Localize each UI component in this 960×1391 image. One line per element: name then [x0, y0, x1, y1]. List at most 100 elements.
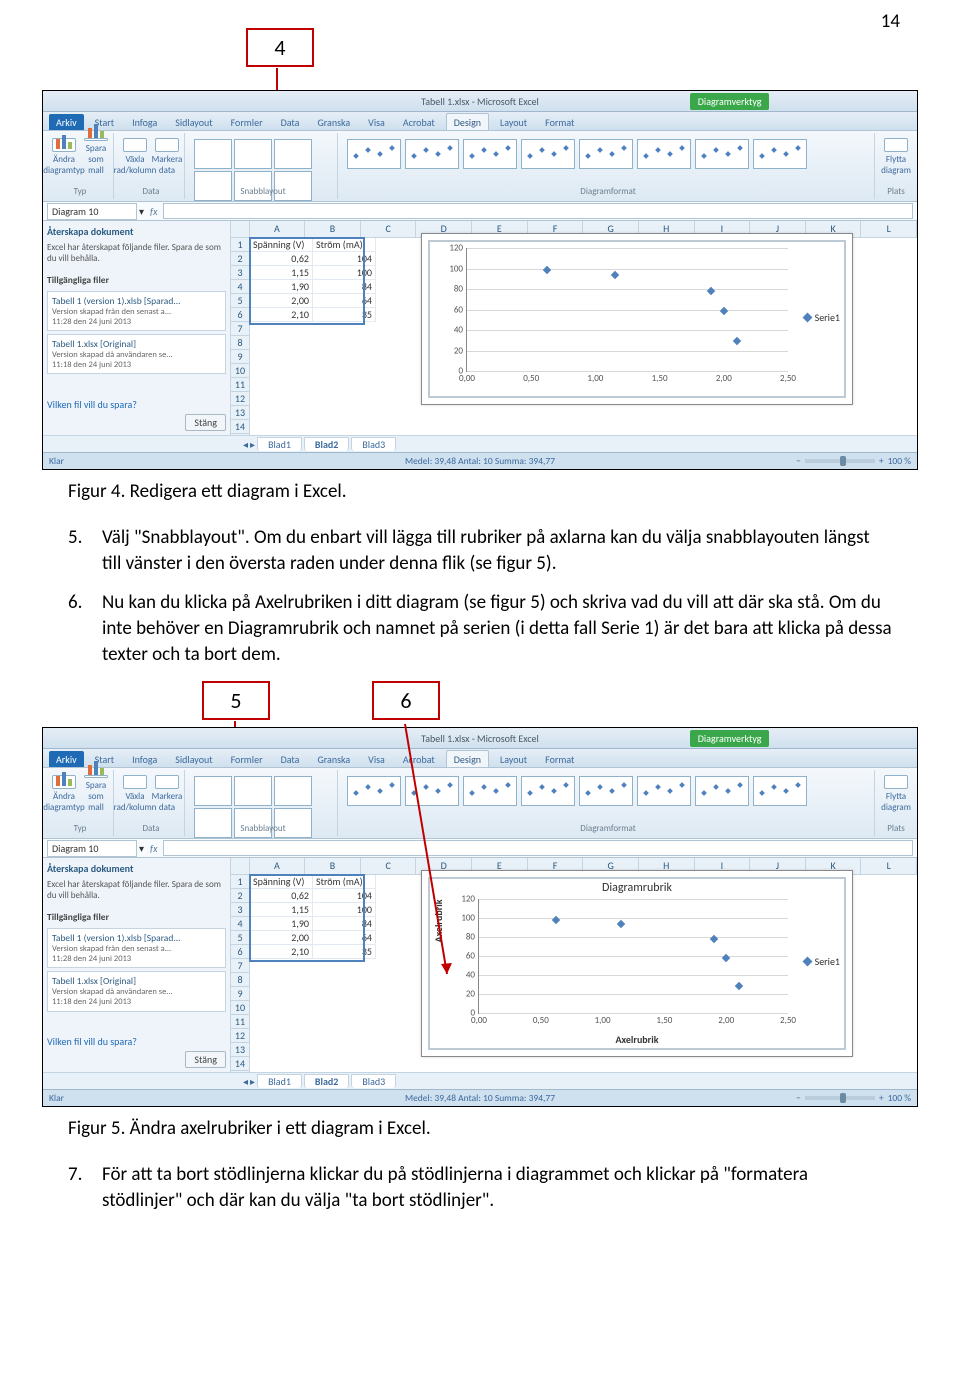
tab-arkiv[interactable]: Arkiv — [49, 751, 84, 767]
recovered-file-item[interactable]: Tabell 1.xlsx [Original] Version skapad … — [47, 334, 226, 374]
worksheet-grid[interactable]: A B C D E F G H I J K L 1Spänning (V)Str… — [231, 858, 917, 1072]
tab-data[interactable]: Data — [274, 751, 307, 767]
sheet-tab[interactable]: Blad3 — [351, 437, 396, 451]
cell[interactable]: 2,00 — [250, 294, 313, 308]
chart-style-thumb[interactable] — [405, 139, 459, 169]
chart-plot-area[interactable]: 0204060801001200,000,501,001,502,002,50 — [466, 248, 788, 372]
cell[interactable]: Spänning (V) — [250, 238, 313, 252]
recovered-file-item[interactable]: Tabell 1.xlsx [Original] Version skapad … — [47, 971, 226, 1011]
chart-style-thumb[interactable] — [579, 139, 633, 169]
chart-style-thumb[interactable] — [521, 776, 575, 806]
chart-title[interactable]: Diagramrubrik — [430, 881, 844, 895]
tab-acrobat[interactable]: Acrobat — [396, 114, 442, 130]
recovered-file-item[interactable]: Tabell 1 (version 1).xlsb [Sparad... Ver… — [47, 928, 226, 968]
switch-row-col-button[interactable]: Växla rad/kolumn — [122, 138, 148, 176]
chart-style-thumb[interactable] — [347, 139, 401, 169]
tab-start[interactable]: Start — [88, 114, 121, 130]
move-chart-button[interactable]: Flytta diagram — [883, 775, 909, 813]
change-chart-type-button[interactable]: Ändra diagramtyp — [51, 138, 77, 176]
col-header[interactable]: C — [361, 221, 417, 237]
tab-formler[interactable]: Formler — [224, 114, 270, 130]
tab-format[interactable]: Format — [538, 751, 581, 767]
tab-sidlayout[interactable]: Sidlayout — [168, 114, 219, 130]
tab-sidlayout[interactable]: Sidlayout — [168, 751, 219, 767]
close-pane-button[interactable]: Stäng — [185, 414, 226, 431]
name-box[interactable]: Diagram 10 — [47, 203, 137, 220]
formula-input[interactable] — [163, 840, 913, 856]
chart-legend[interactable]: Serie1 — [804, 311, 840, 324]
quick-layout-thumb[interactable] — [194, 139, 232, 169]
tab-data[interactable]: Data — [274, 114, 307, 130]
zoom-control[interactable]: −+100 % — [796, 455, 911, 467]
tab-acrobat[interactable]: Acrobat — [396, 751, 442, 767]
tab-visa[interactable]: Visa — [361, 751, 392, 767]
tab-layout[interactable]: Layout — [493, 751, 534, 767]
close-pane-button[interactable]: Stäng — [185, 1051, 226, 1068]
cell[interactable]: 2,10 — [250, 308, 313, 322]
chart-style-thumb[interactable] — [463, 776, 517, 806]
x-axis-title[interactable]: Axelrubrik — [430, 1033, 844, 1046]
tab-infoga[interactable]: Infoga — [125, 114, 164, 130]
chart-style-thumb[interactable] — [579, 776, 633, 806]
cell[interactable]: 1,90 — [250, 280, 313, 294]
tab-granska[interactable]: Granska — [310, 751, 357, 767]
tab-formler[interactable]: Formler — [224, 751, 270, 767]
chart-style-thumb[interactable] — [463, 139, 517, 169]
tab-visa[interactable]: Visa — [361, 114, 392, 130]
change-chart-type-button[interactable]: Ändra diagramtyp — [51, 775, 77, 813]
quick-layout-thumb[interactable] — [274, 139, 312, 169]
chart-style-thumb[interactable] — [347, 776, 401, 806]
cell[interactable]: 35 — [313, 308, 376, 322]
tab-granska[interactable]: Granska — [310, 114, 357, 130]
switch-row-col-button[interactable]: Växla rad/kolumn — [122, 775, 148, 813]
tab-arkiv[interactable]: Arkiv — [49, 114, 84, 130]
chart-style-thumb[interactable] — [521, 139, 575, 169]
tab-infoga[interactable]: Infoga — [125, 751, 164, 767]
tab-format[interactable]: Format — [538, 114, 581, 130]
select-data-button[interactable]: Markera data — [154, 775, 180, 813]
name-box[interactable]: Diagram 10 — [47, 840, 137, 857]
chart-plot-area[interactable]: 0204060801001200,000,501,001,502,002,50 — [478, 899, 788, 1014]
cell[interactable]: Ström (mA) — [313, 238, 376, 252]
tab-design[interactable]: Design — [446, 750, 489, 767]
y-axis-title[interactable]: Axelrubrik — [432, 899, 445, 942]
tab-design[interactable]: Design — [446, 113, 489, 130]
move-chart-button[interactable]: Flytta diagram — [883, 138, 909, 176]
which-file-link[interactable]: Vilken fil vill du spara? — [47, 398, 226, 411]
save-as-template-button[interactable]: Spara som mall — [83, 775, 109, 813]
col-header[interactable]: A — [250, 221, 306, 237]
cell[interactable]: 104 — [313, 252, 376, 266]
col-header[interactable]: L — [861, 221, 917, 237]
quick-layout-thumb[interactable] — [234, 139, 272, 169]
cell[interactable]: 100 — [313, 266, 376, 280]
chart-style-thumb[interactable] — [695, 776, 749, 806]
chart-style-thumb[interactable] — [405, 776, 459, 806]
tab-start[interactable]: Start — [88, 751, 121, 767]
chart-style-thumb[interactable] — [695, 139, 749, 169]
sheet-tab[interactable]: Blad1 — [257, 437, 302, 451]
zoom-control[interactable]: −+100 % — [796, 1092, 911, 1104]
cell[interactable]: 64 — [313, 294, 376, 308]
which-file-link[interactable]: Vilken fil vill du spara? — [47, 1035, 226, 1048]
chart-style-thumb[interactable] — [637, 776, 691, 806]
cell[interactable]: 1,15 — [250, 266, 313, 280]
formula-input[interactable] — [163, 203, 913, 219]
worksheet-grid[interactable]: A B C D E F G H I J K L 1Spänning (V)Str… — [231, 221, 917, 435]
col-header[interactable]: B — [305, 221, 361, 237]
quick-layout-thumb[interactable] — [194, 776, 232, 806]
quick-layout-thumb[interactable] — [274, 776, 312, 806]
sheet-tab[interactable]: Blad2 — [304, 437, 349, 451]
chart-legend[interactable]: Serie1 — [804, 955, 840, 968]
recovered-file-item[interactable]: Tabell 1 (version 1).xlsb [Sparad... Ver… — [47, 291, 226, 331]
save-as-template-button[interactable]: Spara som mall — [83, 138, 109, 176]
quick-layout-thumb[interactable] — [234, 776, 272, 806]
chart-style-thumb[interactable] — [637, 139, 691, 169]
embedded-chart[interactable]: Diagramrubrik Axelrubrik 020406080100120… — [421, 870, 853, 1057]
cell[interactable]: 84 — [313, 280, 376, 294]
chart-style-thumb[interactable] — [753, 139, 807, 169]
chart-style-thumb[interactable] — [753, 776, 807, 806]
tab-layout[interactable]: Layout — [493, 114, 534, 130]
select-data-button[interactable]: Markera data — [154, 138, 180, 176]
cell[interactable]: 0,62 — [250, 252, 313, 266]
embedded-chart[interactable]: 0204060801001200,000,501,001,502,002,50 … — [421, 233, 853, 405]
